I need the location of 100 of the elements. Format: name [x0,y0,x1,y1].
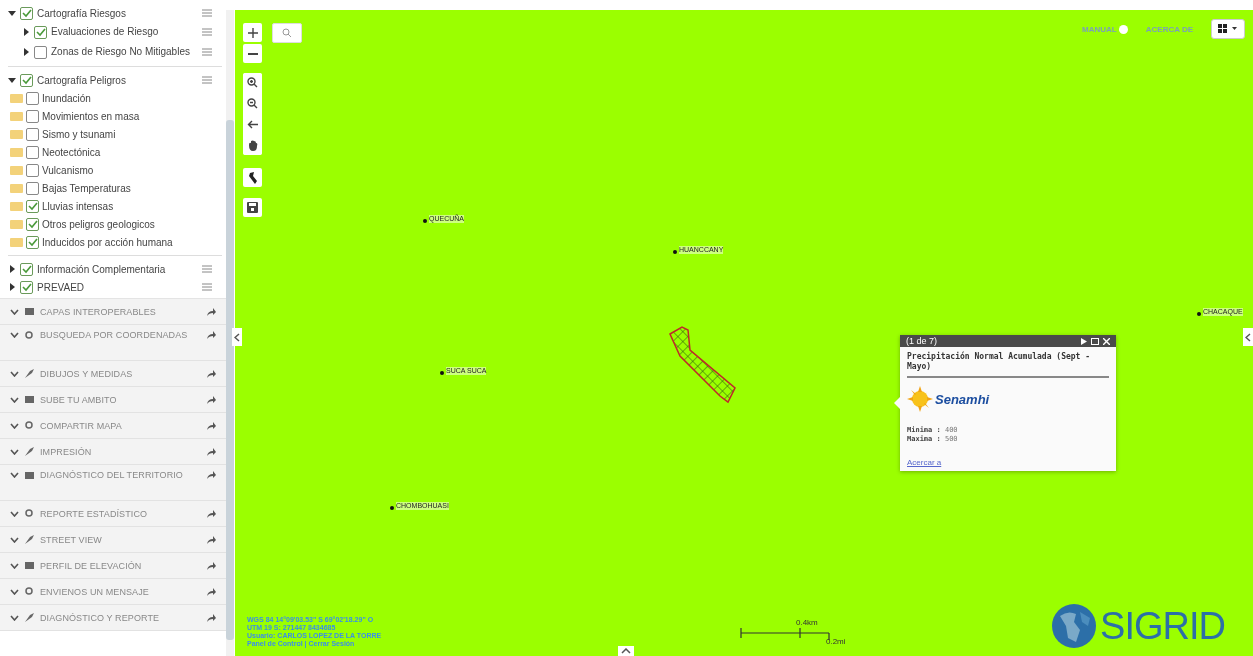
chevron-icon [10,396,19,403]
share-arrow-icon[interactable] [207,421,216,430]
layer-checkbox[interactable] [26,217,39,231]
chevron-icon [10,332,19,338]
layer-checkbox[interactable] [26,199,39,213]
expand-triangle-icon[interactable] [22,48,30,56]
share-arrow-icon[interactable] [207,447,216,456]
expand-triangle-icon[interactable] [8,283,16,291]
accordion-header[interactable]: ENVIENOS UN MENSAJE [0,579,226,605]
layer-label: Evaluaciones de Riesgo [51,27,160,37]
info-icon [1118,24,1128,34]
country-map-icon[interactable] [243,168,262,187]
layer-checkbox[interactable] [26,235,39,249]
section-icon [25,613,34,622]
layer-checkbox[interactable] [20,262,33,276]
chevron-icon [10,308,19,315]
section-icon [25,369,34,378]
chevron-icon [10,510,19,517]
zoom-out-button[interactable] [243,44,262,63]
expand-triangle-icon[interactable] [8,76,16,84]
layer-checkbox[interactable] [26,127,39,141]
chevron-icon [10,614,19,621]
expand-triangle-icon[interactable] [22,28,30,36]
accordion-header[interactable]: DIAGNÓSTICO DEL TERRITORIO [0,465,226,501]
accordion-header[interactable]: IMPRESIÓN [0,439,226,465]
layer-label: Sismo y tsunami [42,128,117,140]
share-arrow-icon[interactable] [207,535,216,544]
chevron-icon [10,448,19,455]
layer-checkbox[interactable] [26,163,39,177]
layer-checkbox[interactable] [20,6,33,20]
place-dot [1197,312,1201,316]
share-arrow-icon[interactable] [207,561,216,570]
section-icon [25,395,34,404]
layer-label: Neotectónica [42,146,102,158]
globe-icon [1050,602,1099,650]
share-arrow-icon[interactable] [207,369,216,378]
accordion-header[interactable]: BUSQUEDA POR COORDENADAS [0,325,226,361]
layer-label: PREVAED [37,281,86,293]
expand-up-icon[interactable] [618,646,634,656]
layer-checkbox[interactable] [34,25,47,39]
layer-checkbox[interactable] [26,145,39,159]
share-arrow-icon[interactable] [207,471,216,479]
accordion-header[interactable]: DIAGNÓSTICO Y REPORTE [0,605,226,631]
collapse-right-icon[interactable] [1243,328,1253,346]
section-icon [25,535,34,544]
folder-icon [10,237,23,247]
basemap-button[interactable] [1211,19,1245,39]
place-dot [673,250,677,254]
zoom-to-link[interactable]: Acercar a [907,458,1109,467]
place-dot [423,219,427,223]
layer-checkbox[interactable] [26,109,39,123]
layer-label: Movimientos en masa [42,110,141,122]
expand-triangle-icon[interactable] [8,9,16,17]
share-arrow-icon[interactable] [207,307,216,316]
layer-label: Información Complementaria [37,263,167,275]
accordion-header[interactable]: COMPARTIR MAPA [0,413,226,439]
save-icon[interactable] [243,198,262,217]
search-icon [282,28,292,38]
share-arrow-icon[interactable] [207,331,216,339]
section-icon [25,307,34,316]
accordion-header[interactable]: STREET VIEW [0,527,226,553]
share-arrow-icon[interactable] [207,587,216,596]
section-icon [25,470,34,480]
folder-icon [10,165,23,175]
accordion-header[interactable]: DIBUJOS Y MEDIDAS [0,361,226,387]
folder-icon [10,129,23,139]
hatched-area[interactable] [668,326,738,404]
expand-triangle-icon[interactable] [8,265,16,273]
next-icon[interactable] [1081,337,1087,345]
folder-icon [10,93,23,103]
share-arrow-icon[interactable] [207,613,216,622]
accordion-header[interactable]: REPORTE ESTADÍSTICO [0,501,226,527]
grid-icon [1218,24,1238,34]
accordion-header[interactable]: SUBE TU AMBITO [0,387,226,413]
layer-checkbox[interactable] [26,181,39,195]
collapse-left-icon[interactable] [232,328,242,346]
layer-checkbox[interactable] [34,45,47,59]
section-icon [25,447,34,456]
plus-icon [247,27,258,38]
chevron-icon [10,562,19,569]
chevron-icon [10,472,19,478]
header-link[interactable]: ACERCA DE [1145,24,1193,34]
maximize-icon[interactable] [1091,337,1099,345]
zoom-in-button[interactable] [243,23,262,42]
folder-icon [10,147,23,157]
accordion-header[interactable]: PERFIL DE ELEVACIÓN [0,553,226,579]
section-icon [25,509,34,518]
layer-label: Inducidos por acción humana [42,236,174,248]
header-link[interactable]: MANUAL [1082,24,1128,34]
folder-icon [10,219,23,229]
chevron-icon [10,588,19,595]
layer-label: Cartografía Riesgos [37,7,127,19]
layer-checkbox[interactable] [20,73,33,87]
scrollbar[interactable] [226,10,234,656]
share-arrow-icon[interactable] [207,509,216,518]
accordion-header[interactable]: CAPAS INTEROPERABLES [0,299,226,325]
layer-checkbox[interactable] [20,280,33,294]
close-icon[interactable] [1103,337,1110,345]
share-arrow-icon[interactable] [207,395,216,404]
layer-checkbox[interactable] [26,91,39,105]
